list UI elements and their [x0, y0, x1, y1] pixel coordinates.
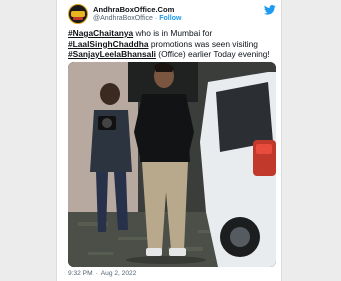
tweet-card: AndhraBoxOffice.Com @AndhraBoxOffice · Fol… — [56, 0, 282, 281]
tweet-photo[interactable] — [68, 62, 276, 267]
separator-dot: · — [154, 15, 158, 22]
account-handle-row: @AndhraBoxOffice · Follow — [93, 15, 181, 22]
tweet-time: 9:32 PM — [68, 270, 93, 277]
tweet-line-1-text: who is in Mumbai for — [133, 28, 213, 38]
tweet-line-1: #NagaChaitanya who is in Mumbai for — [68, 28, 278, 39]
tweet-date: Aug 2, 2022 — [100, 270, 137, 277]
follow-button[interactable]: Follow — [159, 15, 181, 22]
account-handle[interactable]: @AndhraBoxOffice — [93, 15, 153, 22]
tweet-timestamp[interactable]: 9:32 PM · Aug 2, 2022 — [68, 270, 136, 277]
meta-separator: · — [95, 270, 98, 277]
avatar[interactable] — [68, 4, 88, 24]
twitter-bird-icon[interactable] — [264, 5, 276, 15]
tweet-line-3-text: (Office) earlier Today evening! — [155, 49, 270, 59]
tweet-line-2: #LaalSinghChaddha promotions was seen vi… — [68, 39, 278, 50]
tweet-text: #NagaChaitanya who is in Mumbai for #Laa… — [68, 28, 278, 60]
tweet-header: AndhraBoxOffice.Com @AndhraBoxOffice · Fol… — [68, 4, 276, 26]
hashtag-naga-chaitanya[interactable]: #NagaChaitanya — [68, 28, 133, 38]
hashtag-sanjay-leela-bhansali[interactable]: #SanjayLeelaBhansali — [68, 49, 156, 59]
account-name[interactable]: AndhraBoxOffice.Com — [93, 5, 174, 14]
photo-illustration — [68, 62, 276, 267]
hashtag-laal-singh-chaddha[interactable]: #LaalSinghChaddha — [68, 39, 149, 49]
tweet-line-3: #SanjayLeelaBhansali (Office) earlier To… — [68, 49, 278, 60]
tweet-line-2-text: promotions was seen visiting — [148, 38, 258, 49]
